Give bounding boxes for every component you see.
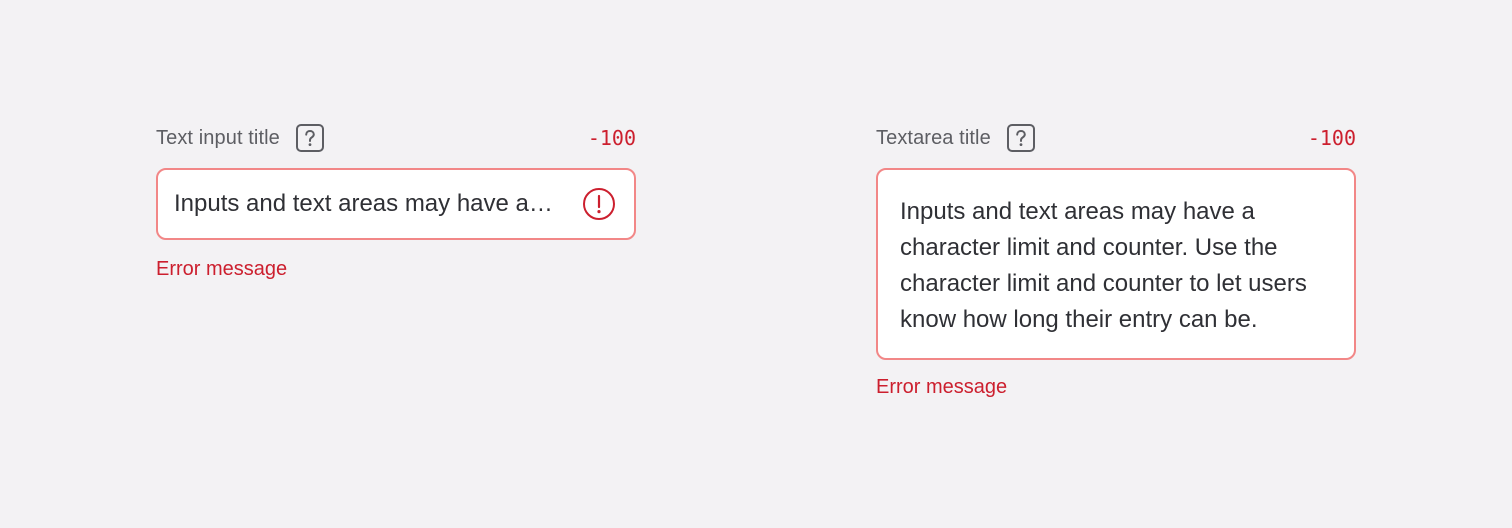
textarea-title: Textarea title <box>876 127 991 149</box>
text-input-label-row: Text input title -100 <box>156 122 636 154</box>
text-input-title: Text input title <box>156 127 280 149</box>
textarea[interactable]: Inputs and text areas may have a charact… <box>876 168 1356 360</box>
error-message: Error message <box>156 258 288 280</box>
text-input-group: Text input title -100 Inputs and text ar… <box>156 122 636 282</box>
error-icon <box>582 187 616 221</box>
character-counter: -100 <box>1307 126 1356 150</box>
textarea-value[interactable]: Inputs and text areas may have a charact… <box>900 194 1332 338</box>
help-icon[interactable] <box>1006 124 1035 152</box>
character-counter: -100 <box>587 126 636 150</box>
textarea-label-row: Textarea title -100 <box>876 122 1356 154</box>
error-message: Error message <box>876 376 1008 398</box>
textarea-group: Textarea title -100 Inputs and text area… <box>876 122 1356 400</box>
help-icon[interactable] <box>295 124 324 152</box>
text-input[interactable]: Inputs and text areas may have a charact… <box>156 168 636 240</box>
text-input-value[interactable]: Inputs and text areas may have a charact… <box>174 190 554 218</box>
